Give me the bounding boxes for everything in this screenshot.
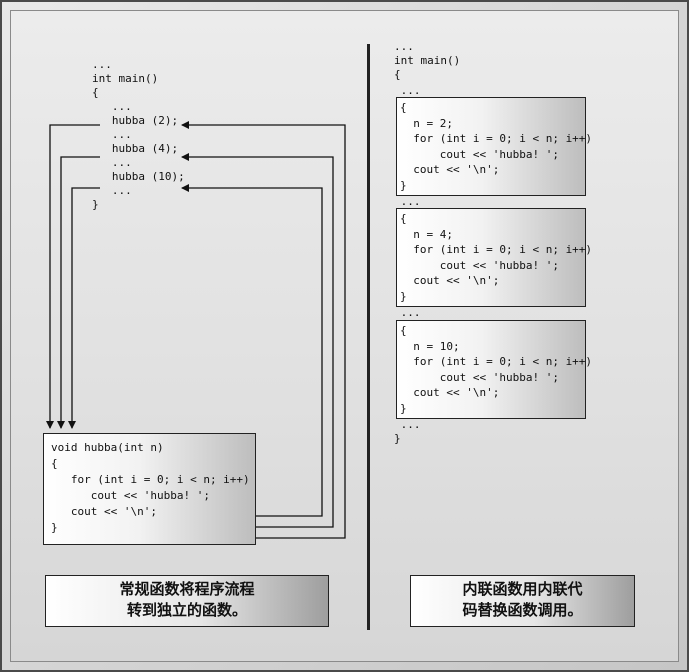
code-line: n = 4;	[400, 227, 453, 241]
block-dots: ...	[394, 306, 421, 319]
code-line: cout << 'hubba! ';	[400, 147, 559, 161]
block-dots: ...	[394, 195, 421, 208]
code-line: }	[400, 401, 407, 415]
call-arrow-10	[68, 187, 100, 429]
right-main-footer: ... }	[394, 418, 421, 446]
code-line: cout << 'hubba! ';	[400, 258, 559, 272]
call-arrow-2	[46, 124, 100, 429]
code-line: ...	[394, 40, 414, 53]
right-main-header: ... int main() {	[394, 40, 460, 82]
code-line: cout << 'hubba! ';	[400, 370, 559, 384]
caption-line: 转到独立的函数。	[126, 601, 247, 619]
block-dots: ...	[394, 84, 421, 97]
caption-line: 码替换函数调用。	[462, 601, 583, 619]
caption-line: 常规函数将程序流程	[119, 580, 255, 598]
caption-line: 内联函数用内联代	[462, 580, 583, 598]
code-line: }	[400, 289, 407, 303]
call-arrow-4	[57, 156, 100, 429]
code-line: {	[400, 324, 407, 337]
code-line: n = 10;	[400, 339, 460, 353]
code-line: n = 2;	[400, 116, 453, 130]
code-line: cout << '\n';	[400, 163, 500, 176]
return-arrow-10	[181, 184, 323, 517]
code-line: for (int i = 0; i < n; i++)	[400, 132, 593, 145]
code-line: }	[394, 432, 401, 445]
right-caption: 内联函数用内联代 码替换函数调用。	[410, 575, 635, 627]
return-arrow-4	[181, 153, 334, 528]
inline-block-code: { n = 10; for (int i = 0; i < n; i++) co…	[400, 323, 592, 416]
code-line: for (int i = 0; i < n; i++)	[400, 355, 593, 368]
left-caption: 常规函数将程序流程 转到独立的函数。	[45, 575, 329, 627]
code-line: {	[400, 212, 407, 225]
code-line: }	[400, 178, 407, 192]
return-arrow-2	[181, 121, 346, 539]
code-line: int main()	[394, 54, 461, 67]
code-line: ...	[394, 418, 421, 431]
inline-block-code: { n = 2; for (int i = 0; i < n; i++) cou…	[400, 100, 592, 193]
code-line: {	[400, 101, 407, 114]
panel-divider	[367, 44, 370, 630]
code-line: for (int i = 0; i < n; i++)	[400, 243, 593, 256]
code-line: cout << '\n';	[400, 386, 500, 399]
code-line: cout << '\n';	[400, 274, 500, 287]
code-line: {	[394, 68, 401, 81]
inline-block-code: { n = 4; for (int i = 0; i < n; i++) cou…	[400, 211, 592, 304]
